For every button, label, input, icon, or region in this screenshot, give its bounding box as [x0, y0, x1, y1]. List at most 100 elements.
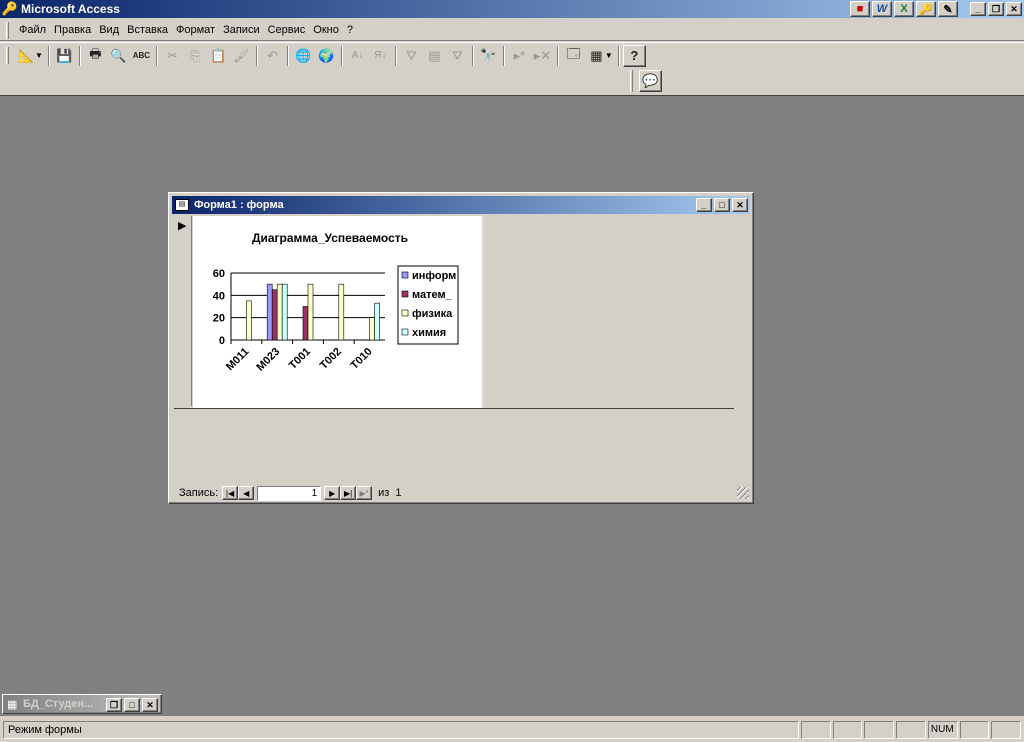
status-bar: Режим формы NUM: [0, 717, 1024, 742]
menu-window[interactable]: Окно: [309, 24, 343, 36]
new-record-nav-icon[interactable]: ▶*: [356, 486, 373, 500]
database-window-icon[interactable]: 🗔: [562, 45, 585, 67]
spelling-icon[interactable]: ABC: [130, 45, 153, 67]
database-window-minimized[interactable]: ▦ БД_Студен... ❐ □ ✕: [2, 694, 162, 714]
db-close-button[interactable]: ✕: [142, 698, 158, 712]
record-total: 1: [395, 487, 402, 499]
resize-grip[interactable]: [737, 487, 749, 499]
bar: [338, 283, 345, 341]
toolbar-grip[interactable]: [6, 47, 9, 64]
bar: [307, 283, 314, 341]
toolbar-grip[interactable]: [630, 70, 633, 92]
bar: [369, 317, 375, 341]
x-tick-label: T001: [287, 346, 313, 372]
restore-button[interactable]: ❐: [988, 2, 1004, 16]
sort-ascending-icon[interactable]: A↓: [346, 45, 369, 67]
menu-format[interactable]: Формат: [172, 24, 219, 36]
y-tick-label: 40: [213, 290, 225, 302]
web-toolbar-icon[interactable]: 🌍: [315, 45, 338, 67]
record-selector-bar[interactable]: ▶: [174, 216, 192, 406]
db-restore-button[interactable]: ❐: [106, 698, 122, 712]
form-maximize-button[interactable]: □: [714, 198, 730, 212]
separator: [255, 45, 258, 66]
db-maximize-button[interactable]: □: [124, 698, 140, 712]
close-button[interactable]: ✕: [1006, 2, 1022, 16]
help-icon[interactable]: ?: [622, 44, 646, 67]
menu-view[interactable]: Вид: [95, 24, 123, 36]
separator: [155, 45, 158, 66]
excel-icon[interactable]: X: [894, 1, 914, 17]
separator: [78, 45, 81, 66]
x-tick-label: T010: [349, 346, 375, 372]
access-key-icon: 🔑: [1, 1, 19, 16]
legend-label: матем_: [412, 289, 453, 301]
bar: [266, 283, 273, 341]
print-preview-icon[interactable]: 🔍: [107, 45, 130, 67]
menu-edit[interactable]: Правка: [50, 24, 95, 36]
record-number-input[interactable]: 1: [257, 485, 322, 501]
copy-icon[interactable]: ⎘: [184, 45, 207, 67]
database-window-title: БД_Студен...: [23, 698, 94, 710]
hyperlink-icon[interactable]: 🌐: [292, 45, 315, 67]
last-record-icon[interactable]: ▶|: [340, 486, 357, 500]
format-painter-icon[interactable]: 🖌: [230, 45, 253, 67]
form-icon: ▤: [175, 199, 189, 211]
chevron-down-icon[interactable]: ▼: [35, 51, 43, 60]
legend-label: информ: [412, 270, 456, 282]
legend-swatch: [401, 271, 409, 279]
find-icon[interactable]: 🔭: [477, 45, 500, 67]
sort-descending-icon[interactable]: Я↓: [369, 45, 392, 67]
new-record-icon[interactable]: ▸*: [508, 45, 531, 67]
status-num: NUM: [927, 720, 958, 739]
cut-icon[interactable]: ✂: [161, 45, 184, 67]
form-minimize-button[interactable]: _: [696, 198, 712, 212]
legend-swatch: [401, 290, 409, 298]
office-assistant-icon[interactable]: 💬: [639, 70, 662, 92]
record-label: Запись:: [179, 487, 219, 499]
menu-grip[interactable]: [6, 21, 9, 39]
menu-tools[interactable]: Сервис: [264, 24, 310, 36]
x-tick-label: T002: [318, 346, 344, 372]
menu-help[interactable]: ?: [343, 24, 357, 36]
filter-by-form-icon[interactable]: ▤: [423, 45, 446, 67]
app-title: Microsoft Access: [21, 2, 120, 16]
form-title: Форма1 : форма: [194, 199, 284, 211]
y-tick-label: 0: [219, 335, 225, 347]
next-record-icon[interactable]: ▶: [324, 486, 341, 500]
of-label: из: [378, 487, 390, 499]
form-window[interactable]: ▤ Форма1 : форма _ □ ✕ ▶ Диаграмма_Успев…: [168, 192, 754, 504]
chart-object[interactable]: Диаграмма_Успеваемость 0 20 40 60 M011 M023 T0…: [193, 216, 483, 408]
delete-record-icon[interactable]: ▸✕: [531, 45, 554, 67]
undo-icon[interactable]: ↶: [261, 45, 284, 67]
x-tick-label: M011: [224, 346, 252, 374]
form-view-toolbar: 📐 ▼ 💾 🖶 🔍 ABC ✂ ⎘ 📋 🖌 ↶ 🌐 🌍 A↓ Я↓ ⛛ ▤ ⛛ 🔭…: [0, 42, 1024, 68]
color-palette-icon[interactable]: ■: [850, 1, 870, 17]
y-tick-label: 60: [213, 268, 225, 280]
form-close-button[interactable]: ✕: [732, 198, 748, 212]
print-icon[interactable]: 🖶: [84, 45, 107, 67]
chevron-down-icon[interactable]: ▼: [605, 51, 613, 60]
menu-file[interactable]: Файл: [15, 24, 50, 36]
separator: [340, 45, 343, 66]
apply-filter-icon[interactable]: ⛛: [446, 45, 469, 67]
previous-record-icon[interactable]: ◀: [238, 486, 255, 500]
bar: [281, 283, 288, 341]
minimize-button[interactable]: _: [970, 2, 986, 16]
current-record-arrow-icon: ▶: [178, 220, 187, 232]
separator: [471, 45, 474, 66]
separator: [617, 45, 620, 66]
publisher-icon[interactable]: ✎: [938, 1, 958, 17]
filter-by-selection-icon[interactable]: ⛛: [400, 45, 423, 67]
legend-label: химия: [412, 327, 446, 339]
word-icon[interactable]: W: [872, 1, 892, 17]
first-record-icon[interactable]: |◀: [222, 486, 239, 500]
menu-records[interactable]: Записи: [219, 24, 264, 36]
paste-icon[interactable]: 📋: [207, 45, 230, 67]
office-assistant-toolbar: 💬: [630, 68, 662, 94]
access-icon[interactable]: 🔑: [916, 1, 936, 17]
save-icon[interactable]: 💾: [53, 45, 76, 67]
status-text: Режим формы: [3, 720, 799, 739]
status-cell: [896, 720, 926, 739]
menu-insert[interactable]: Вставка: [123, 24, 172, 36]
form-titlebar[interactable]: ▤ Форма1 : форма _ □ ✕: [172, 196, 750, 214]
